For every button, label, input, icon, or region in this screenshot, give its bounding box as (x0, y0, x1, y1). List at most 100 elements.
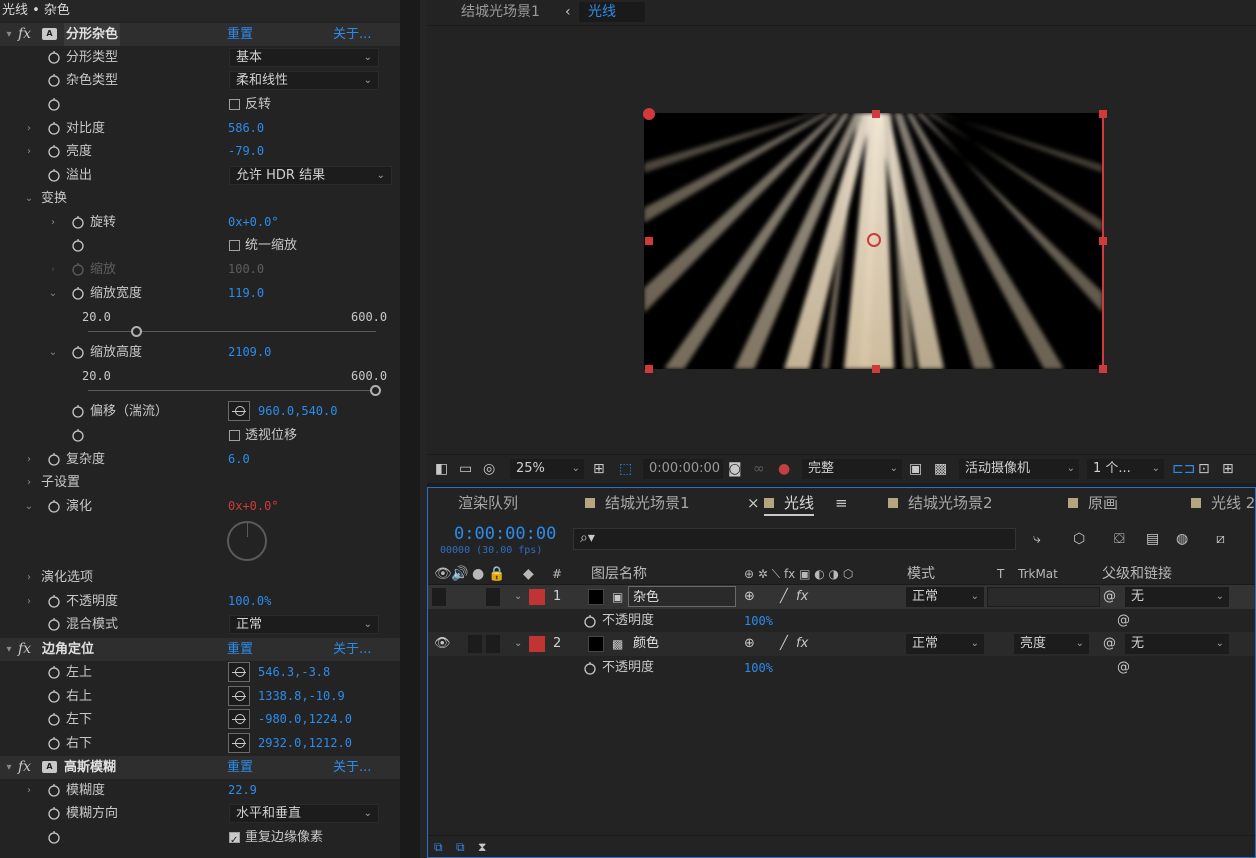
stopwatch-icon[interactable] (47, 594, 61, 608)
blend-mode-dropdown[interactable]: 正常 ⌄ (229, 615, 379, 634)
prop-group-sub-settings[interactable]: › 子设置 (0, 471, 400, 494)
stopwatch-icon[interactable] (47, 830, 61, 844)
toggle-pixel-aspect-icon[interactable]: ⊏⊐ (1172, 459, 1195, 479)
shy-layers-icon[interactable]: ⛋ (1114, 529, 1125, 549)
label-tag-icon[interactable]: ◆ (523, 564, 534, 585)
quality-switch-icon[interactable]: ╱ (780, 632, 788, 656)
stopwatch-icon[interactable] (71, 404, 85, 418)
tab-light-rays-2[interactable]: 光线 2 (1191, 488, 1255, 518)
breadcrumb-current-comp[interactable]: 光线 (579, 2, 645, 22)
collapse-arrow-icon[interactable]: ⌄ (47, 282, 59, 305)
eye-icon[interactable]: 👁 (434, 564, 452, 585)
current-time-field[interactable]: 0:00:00:00 (643, 459, 723, 479)
timeline-icon[interactable]: ⊞ (1222, 459, 1234, 479)
invert-checkbox[interactable] (229, 99, 240, 110)
layer-row-2[interactable]: 👁 ⌄ 2 ▩ 颜色 ⊕ ╱ fx 正常 ⌄ 亮度 ⌄ @ 无 ⌄ (428, 632, 1255, 656)
lower-right-value[interactable]: 2932.0,1212.0 (258, 732, 352, 755)
crosshair-icon[interactable] (228, 662, 250, 682)
show-snapshot-icon[interactable]: ∞ (753, 459, 765, 479)
quality-switch-icon[interactable]: ╱ (780, 585, 788, 609)
transform-handle-bottom[interactable] (872, 365, 880, 373)
stopwatch-icon[interactable] (47, 665, 61, 679)
stopwatch-icon[interactable] (583, 661, 597, 675)
stopwatch-icon[interactable] (71, 215, 85, 229)
tab-light-rays-active[interactable]: 光线 (764, 488, 815, 516)
layer-mode-dropdown[interactable]: 正常 ⌄ (906, 587, 984, 607)
stopwatch-icon[interactable] (47, 499, 61, 513)
region-of-interest-icon[interactable]: ▣ (909, 459, 922, 479)
transform-handle-top[interactable] (872, 110, 880, 118)
noise-type-dropdown[interactable]: 柔和线性 ⌄ (229, 71, 379, 90)
parent-dropdown[interactable]: 无 ⌄ (1125, 634, 1229, 654)
collapse-arrow-icon[interactable]: ⌄ (23, 187, 35, 210)
solo-switch[interactable] (468, 635, 482, 653)
collapse-arrow-icon[interactable]: ▾ (3, 23, 15, 46)
chevron-left-icon[interactable]: ‹ (565, 0, 571, 24)
tab-original[interactable]: 原画 (1068, 488, 1118, 518)
stopwatch-icon[interactable] (583, 614, 597, 628)
stopwatch-icon[interactable] (47, 617, 61, 631)
stopwatch-icon[interactable] (71, 238, 85, 252)
expand-arrow-icon[interactable]: › (23, 590, 35, 613)
scale-width-slider-knob[interactable] (130, 326, 142, 337)
parent-header[interactable]: 父级和链接 (1102, 564, 1172, 585)
stopwatch-icon[interactable] (71, 428, 85, 442)
crosshair-icon[interactable] (228, 401, 250, 421)
transform-handle-bottom-left[interactable] (645, 365, 653, 373)
fractal-type-dropdown[interactable]: 基本 ⌄ (229, 48, 379, 67)
overflow-dropdown[interactable]: 允许 HDR 结果 ⌄ (229, 166, 392, 185)
fx-icon[interactable]: fx (18, 756, 31, 779)
opacity-value[interactable]: 100.0% (228, 590, 271, 613)
fx-switch-icon[interactable]: fx (796, 585, 808, 609)
layer-mode-dropdown[interactable]: 正常 ⌄ (906, 634, 984, 654)
zoom-dropdown[interactable]: 25% ⌄ (510, 459, 584, 479)
blur-direction-dropdown[interactable]: 水平和垂直 ⌄ (229, 804, 379, 823)
expand-arrow-icon[interactable]: › (23, 448, 35, 471)
lock-switch[interactable] (486, 635, 500, 653)
scale-height-value[interactable]: 2109.0 (228, 341, 271, 364)
motion-blur-icon[interactable]: ◍ (1176, 529, 1188, 549)
tab-scene-2[interactable]: 结城光场景2 (888, 488, 993, 518)
reset-link[interactable]: 重置 (227, 23, 253, 46)
layer-collapse-arrow-icon[interactable]: ⌄ (514, 585, 522, 609)
stopwatch-icon[interactable] (47, 736, 61, 750)
collapse-arrow-icon[interactable]: ⌄ (47, 341, 59, 364)
comp-viewer[interactable] (427, 27, 1256, 454)
fx-icon[interactable]: fx (18, 23, 31, 46)
shy-switch-icon[interactable]: ⊕ (744, 585, 755, 609)
reset-link[interactable]: 重置 (227, 756, 253, 779)
draft-3d-icon[interactable]: ⬡ (1073, 529, 1085, 549)
about-link[interactable]: 关于... (333, 23, 371, 46)
monitor-icon[interactable]: ▭ (459, 459, 472, 479)
parent-dropdown[interactable]: 无 ⌄ (1125, 587, 1229, 607)
upper-left-value[interactable]: 546.3,-3.8 (258, 661, 330, 684)
trkmat-dropdown[interactable]: 亮度 ⌄ (1014, 634, 1089, 654)
comp-flowchart-icon[interactable]: ⤷ (1033, 529, 1041, 549)
tab-scene-1[interactable]: 结城光场景1 (585, 488, 690, 518)
expand-arrow-icon[interactable]: › (23, 566, 35, 589)
stopwatch-icon[interactable] (47, 73, 61, 87)
expand-arrow-icon[interactable]: › (23, 471, 35, 494)
crosshair-icon[interactable] (228, 709, 250, 729)
resolution-dropdown[interactable]: 完整 ⌄ (802, 459, 902, 479)
effect-header-gaussian-blur[interactable]: ▾ fx A 高斯模糊 重置 关于... (0, 756, 400, 779)
blurriness-value[interactable]: 22.9 (228, 779, 257, 802)
collapse-arrow-icon[interactable]: ▾ (3, 638, 15, 661)
shy-switch-icon[interactable]: ⊕ (744, 632, 755, 656)
eye-icon[interactable]: 👁 (434, 632, 451, 656)
layer-label-color[interactable] (529, 636, 545, 652)
layer-name-header[interactable]: 图层名称 (591, 564, 647, 585)
toggle-modes-icon[interactable]: ⧉ (456, 837, 465, 857)
fast-preview-icon[interactable]: ⊡ (1198, 459, 1210, 479)
views-dropdown[interactable]: 1 个... ⌄ (1087, 459, 1164, 479)
stopwatch-icon[interactable] (47, 50, 61, 64)
camera-dropdown[interactable]: 活动摄像机 ⌄ (959, 459, 1079, 479)
layer-label-color[interactable] (529, 589, 545, 605)
opacity-value[interactable]: 100% (744, 609, 773, 633)
lower-left-value[interactable]: -980.0,1224.0 (258, 708, 352, 731)
camera-snapshot-icon[interactable]: ◙ (728, 459, 742, 479)
grid-guides-icon[interactable]: ⊞ (593, 459, 605, 479)
evolution-angle-dial[interactable] (227, 521, 267, 561)
layer-name-field[interactable]: 杂色 (628, 586, 736, 607)
evolution-value[interactable]: 0x+0.0° (228, 495, 279, 518)
